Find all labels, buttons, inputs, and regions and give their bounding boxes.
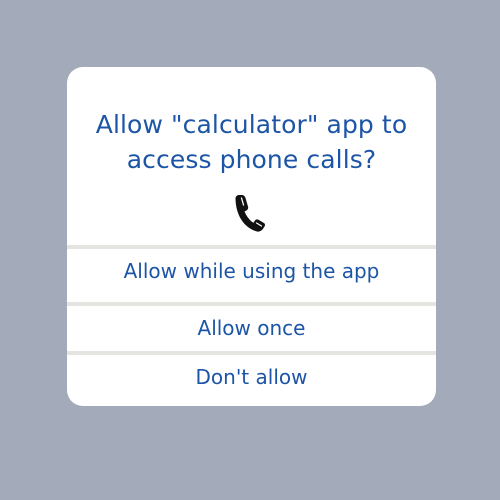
phone-icon (235, 195, 266, 232)
divider-3 (67, 351, 436, 355)
dialog-title-line-1: Allow "calculator" app to (95, 110, 408, 139)
dont-allow-button[interactable]: Don't allow (67, 365, 436, 389)
divider-1 (67, 245, 436, 249)
dialog-title-line-2: access phone calls? (126, 145, 377, 174)
allow-while-using-button[interactable]: Allow while using the app (67, 259, 436, 283)
divider-2 (67, 302, 436, 306)
permission-dialog: Allow "calculator" app to access phone c… (67, 67, 436, 406)
allow-once-button[interactable]: Allow once (67, 316, 436, 340)
dialog-title: Allow "calculator" app to access phone c… (67, 107, 436, 177)
